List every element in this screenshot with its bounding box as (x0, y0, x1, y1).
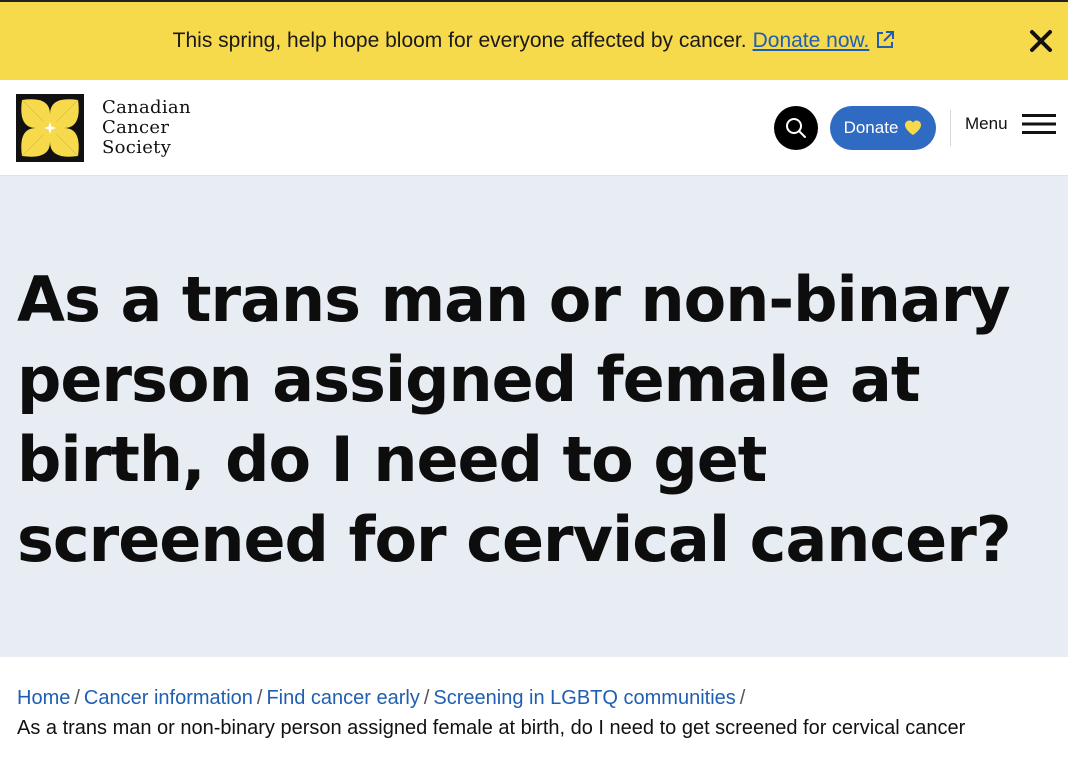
banner-message: This spring, help hope bloom for everyon… (172, 29, 747, 52)
breadcrumb-screening-lgbtq[interactable]: Screening in LGBTQ communities (433, 687, 735, 709)
breadcrumb-separator: / (739, 687, 746, 709)
donate-label: Donate (843, 118, 899, 137)
logo-line-1: Canadian (102, 97, 191, 118)
banner-message-wrap: This spring, help hope bloom for everyon… (173, 29, 896, 53)
breadcrumb-separator: / (74, 687, 80, 709)
breadcrumb: Home / Cancer information / Find cancer earl… (17, 683, 1057, 743)
hero-section: As a trans man or non-binary person assi… (0, 176, 1068, 657)
close-banner-button[interactable] (1026, 26, 1056, 56)
donate-button[interactable]: Donate (830, 106, 936, 150)
donate-now-link[interactable]: Donate now. (753, 29, 896, 52)
donate-now-label: Donate now. (752, 29, 870, 52)
menu-button[interactable]: Menu (965, 113, 1056, 135)
breadcrumb-separator: / (423, 687, 430, 709)
search-button[interactable] (774, 106, 818, 150)
close-icon (1030, 30, 1052, 52)
breadcrumb-current-page: As a trans man or non-binary person assi… (17, 717, 966, 739)
breadcrumb-separator: / (256, 687, 263, 709)
menu-label: Menu (965, 114, 1008, 133)
site-header: Canadian Cancer Society Donate Menu (0, 80, 1068, 176)
breadcrumb-find-cancer-early[interactable]: Find cancer early (266, 687, 419, 709)
logo-line-2: Cancer (102, 117, 170, 138)
external-link-icon (877, 31, 895, 48)
header-divider (950, 110, 951, 146)
site-logo[interactable]: Canadian Cancer Society (16, 94, 191, 162)
breadcrumb-home[interactable]: Home (17, 687, 70, 709)
logo-line-3: Society (102, 137, 172, 158)
hamburger-icon (1021, 114, 1056, 134)
page-title: As a trans man or non-binary person assi… (17, 263, 1012, 576)
logo-wordmark: Canadian Cancer Society (102, 98, 191, 158)
heart-icon (905, 120, 922, 135)
breadcrumb-cancer-information[interactable]: Cancer information (84, 687, 253, 709)
announcement-banner: This spring, help hope bloom for everyon… (0, 0, 1068, 80)
search-icon (786, 118, 806, 138)
daffodil-logo-icon (16, 94, 84, 162)
